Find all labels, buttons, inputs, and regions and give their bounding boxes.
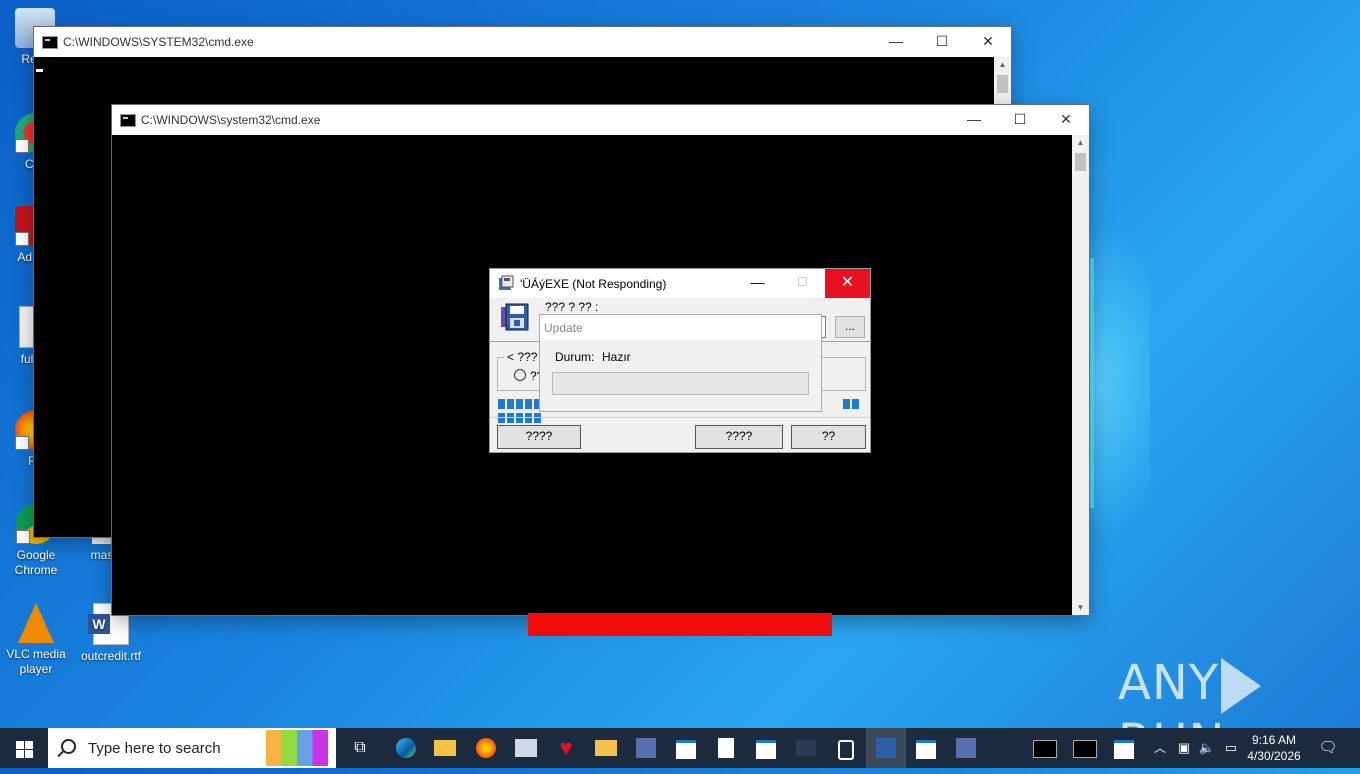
shortcut-arrow-icon <box>15 139 29 153</box>
firefox-taskbar-icon[interactable] <box>472 734 500 762</box>
progress-segment <box>498 399 505 409</box>
installer-right-button[interactable]: ?? <box>791 425 866 449</box>
minimize-button[interactable]: — <box>951 105 997 135</box>
progress-segment <box>843 399 850 409</box>
progress-segment <box>534 413 541 423</box>
desktop-icon-label: outcredit.rtf <box>80 649 142 663</box>
cmd-taskbar-icon[interactable] <box>1030 734 1060 762</box>
status-label: Durum: <box>555 350 595 364</box>
cmd-front-title: C:\WINDOWS\system32\cmd.exe <box>141 113 321 127</box>
vlc-cone-icon <box>18 603 54 643</box>
cmd-front-titlebar[interactable]: C:\WINDOWS\system32\cmd.exe — ☐ ✕ <box>112 105 1089 135</box>
cmd-front-scrollbar[interactable]: ▲ ▼ <box>1072 135 1089 615</box>
scroll-up-icon[interactable]: ▲ <box>1072 138 1089 147</box>
cursor <box>36 69 43 72</box>
window-app-icon[interactable] <box>672 734 700 762</box>
maximize-button[interactable]: ☐ <box>919 27 965 57</box>
file-explorer-icon[interactable] <box>431 734 459 762</box>
desktop-icon-label: VLC media player <box>6 647 66 676</box>
maximize-button[interactable]: ☐ <box>780 269 825 298</box>
taskbar: Type here to search ⧉ ♥ ︿ ▣ 🔈 ▭ 9:16 AM … <box>0 728 1360 768</box>
setup-floppy-icon <box>501 303 529 331</box>
app-icon[interactable] <box>512 734 540 762</box>
watermark-left: ANY <box>1118 655 1220 711</box>
scroll-thumb[interactable] <box>1075 153 1086 171</box>
play-icon <box>1221 658 1262 714</box>
red-overlay-bar <box>528 613 832 636</box>
clock-time: 9:16 AM <box>1251 733 1297 747</box>
close-button[interactable]: ✕ <box>965 27 1011 57</box>
progress-segment <box>507 399 514 409</box>
task-view-icon[interactable]: ⧉ <box>346 734 374 762</box>
progress-segment <box>516 399 523 409</box>
start-button[interactable] <box>0 728 48 768</box>
browse-button[interactable]: ... <box>835 316 865 338</box>
update-title: Update <box>544 321 583 335</box>
close-button[interactable]: ✕ <box>825 269 870 298</box>
progress-segment <box>525 413 532 423</box>
cmd-icon <box>120 114 136 127</box>
window-app-icon[interactable] <box>912 734 940 762</box>
scroll-down-icon[interactable]: ▼ <box>1072 603 1089 612</box>
cmd-back-titlebar[interactable]: C:\WINDOWS\SYSTEM32\cmd.exe — ☐ ✕ <box>34 27 1011 57</box>
heart-icon[interactable]: ♥ <box>552 734 580 762</box>
update-dialog[interactable]: Update Durum: Hazır <box>539 314 822 412</box>
scroll-thumb[interactable] <box>997 75 1008 93</box>
progress-segment <box>516 413 523 423</box>
cmd-back-title: C:\WINDOWS\SYSTEM32\cmd.exe <box>63 35 254 49</box>
window-app-icon[interactable] <box>752 734 780 762</box>
installer-titlebar[interactable]: 'ÜÁýEXE (Not Responding) — ☐ ✕ <box>490 269 870 298</box>
options-group-label: < ??? <box>504 350 541 364</box>
minimize-button[interactable]: — <box>735 269 780 298</box>
minimize-button[interactable]: — <box>873 27 919 57</box>
search-placeholder: Type here to search <box>88 740 221 757</box>
option-radio[interactable] <box>514 369 526 381</box>
network-icon[interactable]: ▭ <box>1217 734 1245 762</box>
shortcut-arrow-icon <box>16 530 30 544</box>
close-button[interactable]: ✕ <box>1043 105 1089 135</box>
destination-prompt: ??? ? ?? : <box>545 300 599 314</box>
progress-segment <box>498 413 505 423</box>
desktop-icon-vlc[interactable]: VLC media player <box>1 603 71 677</box>
scroll-up-icon[interactable]: ▲ <box>994 60 1011 69</box>
shortcut-arrow-icon <box>15 436 29 450</box>
search-icon <box>61 739 76 754</box>
clock[interactable]: 9:16 AM 4/30/2026 <box>1246 732 1302 764</box>
divider <box>490 417 870 418</box>
outlook-icon[interactable] <box>792 734 820 762</box>
progress-segment <box>507 413 514 423</box>
notification-icon[interactable]: 🗨 <box>1314 734 1342 762</box>
update-titlebar[interactable]: Update <box>540 315 821 340</box>
installer-middle-button[interactable]: ???? <box>695 425 783 449</box>
window-app-icon[interactable] <box>1110 734 1138 762</box>
notepad-icon[interactable] <box>712 734 740 762</box>
maximize-button[interactable]: ☐ <box>997 105 1043 135</box>
desktop-icon-label: Google Chrome <box>14 548 58 577</box>
taskbar-search[interactable]: Type here to search <box>48 728 336 768</box>
progress-segment <box>852 399 859 409</box>
search-highlight-icon <box>266 730 328 766</box>
installer-title: 'ÜÁýEXE (Not Responding) <box>520 277 667 291</box>
clock-date: 4/30/2026 <box>1247 749 1301 763</box>
installer-taskbar-icon[interactable] <box>866 728 906 768</box>
shortcut-arrow-icon <box>15 232 29 246</box>
cmd-icon <box>42 36 58 49</box>
status-value: Hazır <box>602 350 631 364</box>
progress-segment <box>525 399 532 409</box>
installer-left-button[interactable]: ???? <box>497 425 581 449</box>
cmd-taskbar-icon[interactable] <box>1070 734 1100 762</box>
edge-icon[interactable] <box>392 734 420 762</box>
network-tool-icon[interactable] <box>952 734 980 762</box>
installer-icon <box>499 275 514 290</box>
folder-icon[interactable] <box>592 734 620 762</box>
unlock-icon[interactable] <box>832 734 860 762</box>
network-tool-icon[interactable] <box>632 734 660 762</box>
update-progress-bar <box>552 372 809 395</box>
